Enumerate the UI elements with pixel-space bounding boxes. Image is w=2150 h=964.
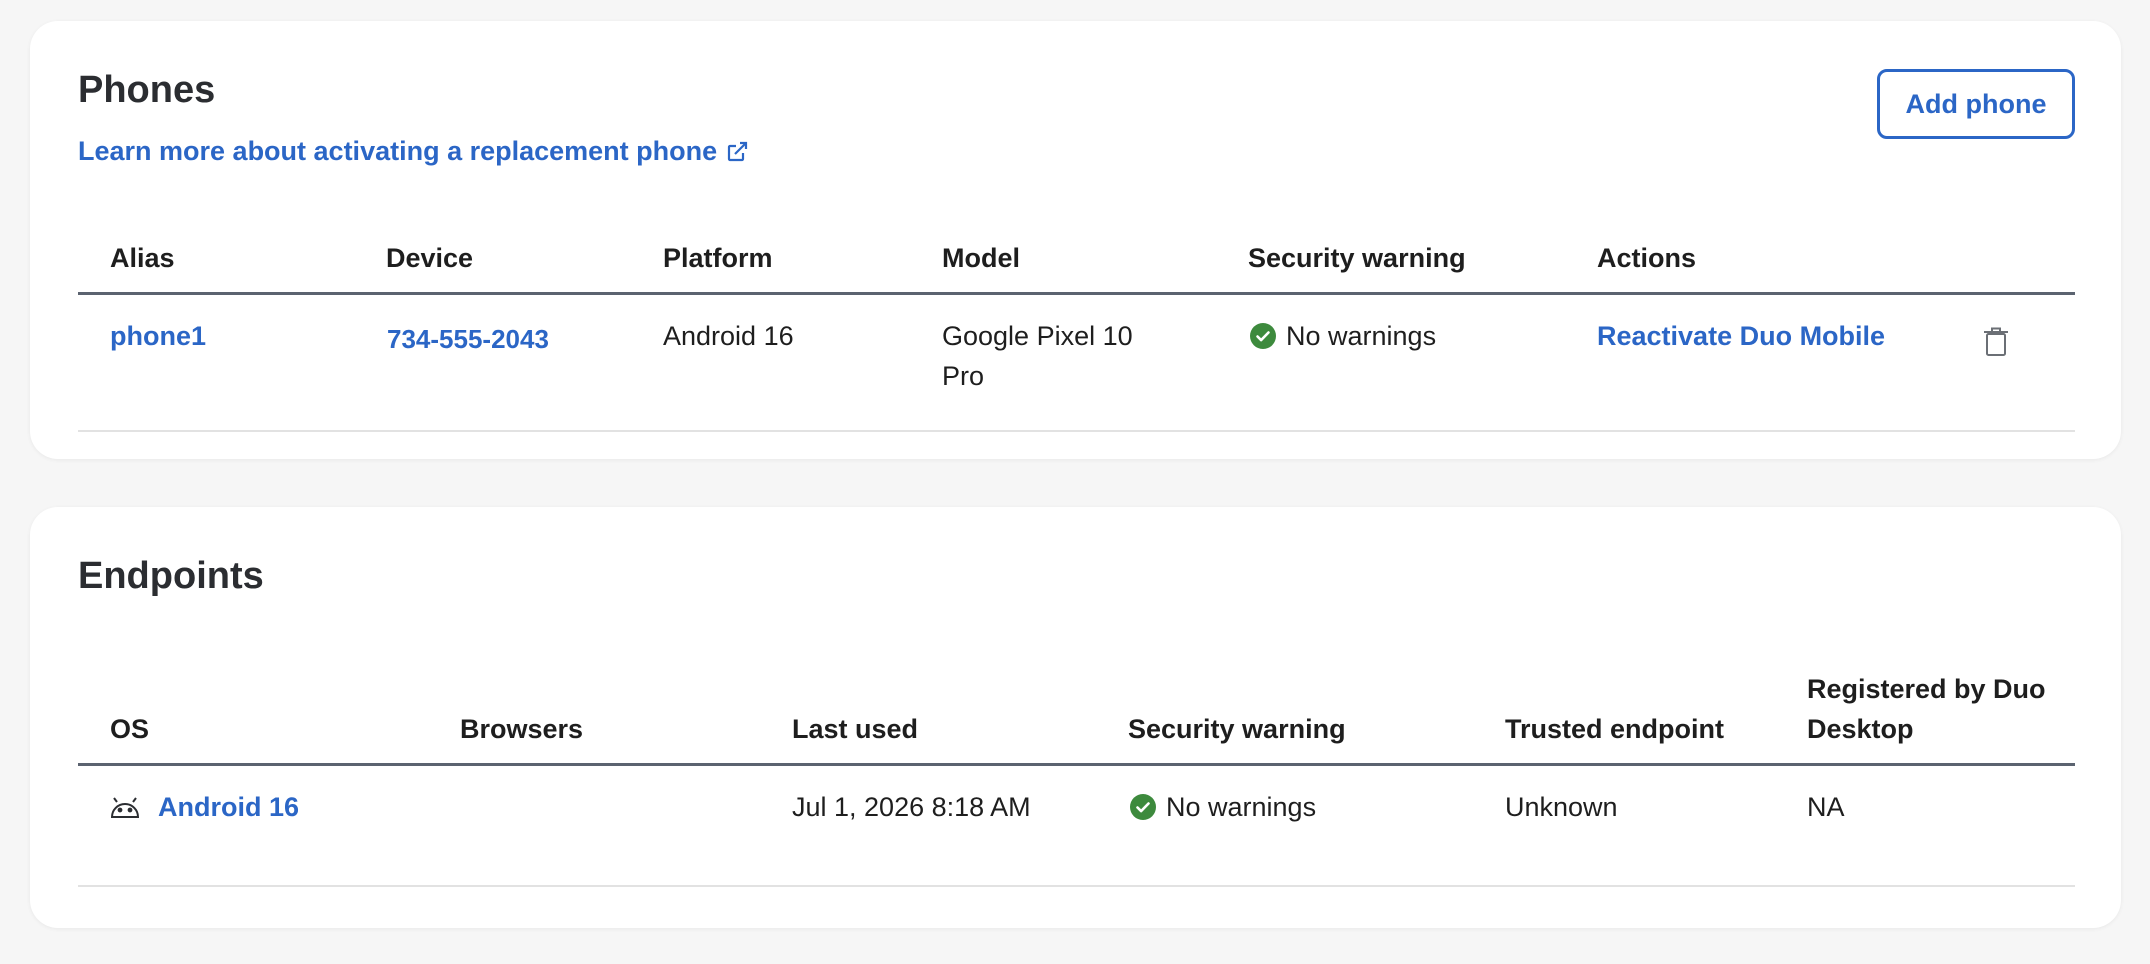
phones-title: Phones [78, 69, 216, 111]
phone-platform: Android 16 [663, 321, 794, 351]
row-divider [78, 885, 2075, 887]
col-security-warning: Security warning [1248, 243, 1466, 273]
endpoint-registered: NA [1807, 792, 1845, 822]
check-circle-icon [1130, 794, 1156, 820]
endpoint-security-status: No warnings [1130, 787, 1316, 827]
endpoint-trusted: Unknown [1505, 792, 1618, 822]
col-os: OS [110, 714, 150, 744]
col-model: Model [942, 243, 1020, 273]
phone-model: Google Pixel 10 Pro [942, 321, 1133, 391]
endpoint-last-used: Jul 1, 2026 8:18 AM [792, 792, 1031, 822]
external-link-icon [728, 141, 748, 161]
learn-more-link[interactable]: Learn more about activating a replacemen… [78, 136, 749, 167]
col-registered-by-duo-desktop: Registered by Duo Desktop [1807, 674, 2046, 744]
col-security-warning: Security warning [1128, 714, 1346, 744]
phone-security-status: No warnings [1250, 316, 1436, 356]
endpoints-card: Endpoints OS Browsers Last used Security… [30, 507, 2121, 928]
endpoint-os-link[interactable]: Android 16 [158, 787, 299, 827]
phones-card: Phones Learn more about activating a rep… [30, 21, 2121, 459]
android-icon [110, 797, 140, 818]
header-divider [78, 763, 2075, 766]
header-divider [78, 292, 2075, 295]
col-platform: Platform [663, 243, 773, 273]
row-divider [78, 430, 2075, 432]
reactivate-duo-mobile-link[interactable]: Reactivate Duo Mobile [1597, 316, 1885, 356]
phone-device-link[interactable]: 734-555-2043 [387, 319, 549, 359]
col-last-used: Last used [792, 714, 919, 744]
learn-more-label: Learn more about activating a replacemen… [78, 136, 718, 166]
endpoint-security-label: No warnings [1166, 792, 1317, 822]
check-circle-icon [1250, 323, 1276, 349]
col-actions: Actions [1597, 243, 1697, 273]
phone-alias-link[interactable]: phone1 [110, 316, 206, 356]
endpoints-title: Endpoints [78, 555, 264, 597]
col-alias: Alias [110, 243, 175, 273]
col-device: Device [386, 243, 474, 273]
phone-security-label: No warnings [1286, 321, 1437, 351]
add-phone-button[interactable]: Add phone [1877, 69, 2075, 139]
col-trusted-endpoint: Trusted endpoint [1505, 714, 1724, 744]
trash-icon[interactable] [1982, 326, 2010, 358]
col-browsers: Browsers [460, 714, 584, 744]
